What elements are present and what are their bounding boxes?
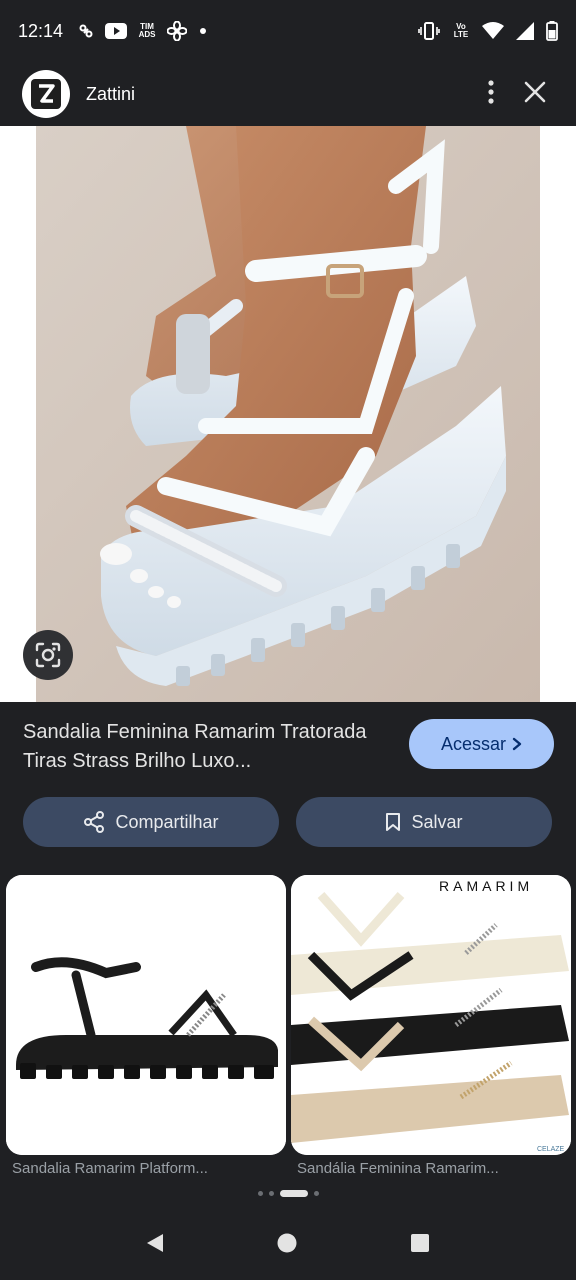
status-bar: 12:14 TIM ADS Vo LTE <box>0 0 576 62</box>
carousel-dot <box>313 1191 319 1196</box>
lens-camera-icon <box>35 642 61 668</box>
fan-icon <box>167 21 188 41</box>
related-result-card[interactable]: RAMARIM CELAZE <box>291 875 571 1155</box>
black-platform-sandal-image <box>6 875 286 1155</box>
link-icon <box>79 24 93 38</box>
carousel-dot-active <box>279 1190 308 1197</box>
wifi-icon <box>482 22 504 40</box>
white-platform-sandal-image <box>36 126 540 702</box>
signal-icon <box>516 22 534 40</box>
product-info: Sandalia Feminina Ramarim Tratorada Tira… <box>0 702 576 792</box>
lens-result-header: Zattini <box>0 62 576 126</box>
volte-icon: Vo LTE <box>453 22 469 39</box>
battery-icon <box>546 21 558 41</box>
more-vert-icon[interactable] <box>488 79 494 109</box>
youtube-icon <box>105 23 128 39</box>
related-result-caption[interactable]: Sandália Feminina Ramarim... <box>297 1160 567 1177</box>
home-icon[interactable] <box>276 1232 298 1259</box>
close-icon[interactable] <box>524 81 546 108</box>
carousel-dot <box>268 1191 274 1196</box>
carousel-dot <box>257 1191 263 1196</box>
bookmark-icon <box>386 813 401 831</box>
tim-ads-icon: TIM ADS <box>138 22 156 39</box>
product-title[interactable]: Sandalia Feminina Ramarim Tratorada Tira… <box>23 718 393 776</box>
corner-watermark: CELAZE <box>537 1146 565 1153</box>
dot-icon <box>199 27 207 35</box>
site-logo[interactable] <box>22 70 70 118</box>
recents-icon[interactable] <box>409 1232 431 1259</box>
related-result-card[interactable] <box>6 875 286 1155</box>
product-image[interactable] <box>0 126 576 702</box>
share-label: Compartilhar <box>115 811 219 832</box>
status-time: 12:14 <box>18 20 64 41</box>
chevron-right-icon <box>512 737 522 751</box>
save-button[interactable]: Salvar <box>296 797 552 847</box>
share-icon <box>84 811 105 833</box>
brand-wordmark: RAMARIM <box>439 878 533 894</box>
system-nav-bar <box>0 1210 576 1280</box>
share-button[interactable]: Compartilhar <box>23 797 279 847</box>
site-name[interactable]: Zattini <box>86 84 135 105</box>
visit-button[interactable]: Acessar <box>409 719 554 769</box>
lens-search-button[interactable] <box>23 630 73 680</box>
zattini-logo-icon <box>31 79 61 109</box>
back-icon[interactable] <box>145 1232 165 1259</box>
save-label: Salvar <box>411 811 463 832</box>
vibrate-icon <box>418 22 440 40</box>
ramarim-sandals-group-image: RAMARIM CELAZE <box>291 875 571 1155</box>
carousel-dots <box>0 1190 576 1197</box>
visit-label: Acessar <box>440 733 507 754</box>
related-result-caption[interactable]: Sandalia Ramarim Platform... <box>12 1160 282 1177</box>
